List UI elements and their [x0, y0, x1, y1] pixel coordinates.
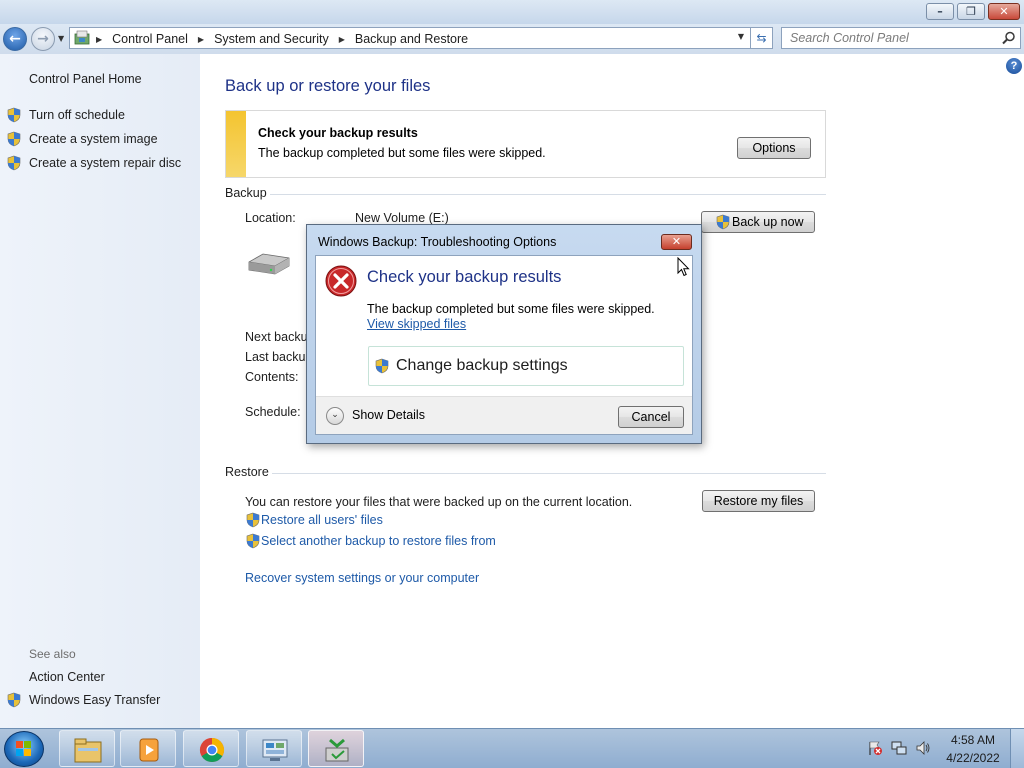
address-dropdown-icon[interactable]: ▼: [738, 32, 744, 41]
turn-off-schedule-link[interactable]: Turn off schedule: [29, 108, 125, 122]
restore-all-users-files-link[interactable]: Restore all users' files: [261, 513, 383, 527]
search-icon[interactable]: [1002, 31, 1016, 45]
action-center-flag-icon[interactable]: [867, 740, 883, 756]
taskbar-media-player[interactable]: [120, 730, 176, 767]
create-system-repair-disc-link[interactable]: Create a system repair disc: [29, 156, 181, 170]
dialog-footer: ⌄ Show Details Cancel: [316, 396, 692, 434]
back-up-now-label: Back up now: [732, 215, 804, 229]
dialog-heading: Check your backup results: [367, 268, 562, 286]
back-arrow-icon: ←: [9, 31, 21, 47]
back-button[interactable]: ←: [3, 27, 27, 51]
taskbar-chrome[interactable]: [183, 730, 239, 767]
shield-icon: [716, 214, 730, 230]
backup-section-heading: Backup: [225, 186, 267, 200]
breadcrumb-control-panel[interactable]: Control Panel: [112, 32, 188, 46]
forward-arrow-icon: →: [37, 31, 49, 47]
notification-heading: Check your backup results: [258, 126, 418, 140]
shield-icon: [7, 107, 21, 123]
close-button[interactable]: ✕: [988, 3, 1020, 20]
change-backup-settings-label: Change backup settings: [396, 357, 568, 374]
taskbar-control-panel[interactable]: [246, 730, 302, 767]
control-panel-home-link[interactable]: Control Panel Home: [29, 72, 142, 86]
location-label: Location:: [245, 211, 296, 225]
see-also-heading: See also: [29, 647, 76, 661]
taskbar-clock-date[interactable]: 4/22/2022: [940, 751, 1006, 765]
file-explorer-icon: [74, 738, 102, 763]
start-button[interactable]: [4, 731, 44, 767]
breadcrumb-system-security[interactable]: System and Security: [214, 32, 329, 46]
options-button[interactable]: Options: [737, 137, 811, 159]
refresh-icon: ⇆: [756, 31, 767, 45]
chrome-icon: [199, 738, 225, 763]
windows-easy-transfer-link[interactable]: Windows Easy Transfer: [29, 693, 160, 707]
search-box[interactable]: [781, 27, 1021, 49]
breadcrumb-separator-icon[interactable]: ▶: [198, 35, 204, 44]
error-icon: [325, 265, 357, 297]
hard-drive-icon: [248, 253, 290, 275]
warning-accent-bar: [226, 111, 246, 177]
control-panel-icon: [262, 739, 288, 761]
create-system-image-link[interactable]: Create a system image: [29, 132, 158, 146]
change-backup-settings-button[interactable]: Change backup settings: [368, 346, 684, 386]
section-divider: [270, 194, 826, 195]
action-center-link[interactable]: Action Center: [29, 670, 105, 684]
network-icon[interactable]: [891, 740, 907, 756]
windows-logo-icon: [16, 741, 31, 756]
taskbar-backup-restore[interactable]: [308, 730, 364, 767]
media-player-icon: [139, 738, 159, 762]
notification-text: The backup completed but some files were…: [258, 146, 546, 160]
breadcrumb: ▶ Control Panel ▶ System and Security ▶ …: [96, 31, 468, 47]
dialog-body: Check your backup results The backup com…: [315, 255, 693, 435]
section-divider: [272, 473, 826, 474]
recent-pages-dropdown-icon[interactable]: ▼: [58, 34, 64, 43]
schedule-label: Schedule:: [245, 405, 301, 419]
dialog-message: The backup completed but some files were…: [367, 302, 655, 316]
refresh-button[interactable]: ⇆: [751, 27, 773, 49]
breadcrumb-separator-icon[interactable]: ▶: [339, 35, 345, 44]
shield-icon: [246, 512, 260, 528]
minimize-button[interactable]: –: [926, 3, 954, 20]
forward-button[interactable]: →: [31, 27, 55, 51]
address-bar[interactable]: ▶ Control Panel ▶ System and Security ▶ …: [69, 27, 751, 49]
restore-my-files-button[interactable]: Restore my files: [702, 490, 815, 512]
taskbar-clock-time[interactable]: 4:58 AM: [946, 733, 1000, 747]
breadcrumb-backup-restore[interactable]: Backup and Restore: [355, 32, 468, 46]
location-value: New Volume (E:): [355, 211, 449, 225]
next-backup-label: Next backup: [245, 330, 315, 344]
view-skipped-files-link[interactable]: View skipped files: [367, 317, 466, 331]
mouse-cursor-icon: [677, 257, 690, 277]
restore-section-heading: Restore: [225, 465, 269, 479]
chevron-down-icon[interactable]: ⌄: [326, 407, 344, 425]
troubleshooting-dialog: Windows Backup: Troubleshooting Options …: [306, 224, 702, 444]
page-title: Back up or restore your files: [225, 77, 431, 95]
restore-description: You can restore your files that were bac…: [245, 495, 633, 509]
shield-icon: [7, 692, 21, 708]
cancel-button[interactable]: Cancel: [618, 406, 684, 428]
recover-system-settings-link[interactable]: Recover system settings or your computer: [245, 571, 479, 585]
backup-restore-icon: [325, 738, 349, 762]
window-titlebar: [0, 0, 1024, 24]
dialog-close-button[interactable]: ✕: [661, 234, 692, 250]
close-icon: ✕: [671, 235, 682, 248]
search-input[interactable]: [790, 30, 990, 46]
breadcrumb-separator-icon[interactable]: ▶: [96, 35, 102, 44]
show-details-toggle[interactable]: Show Details: [352, 408, 425, 422]
shield-icon: [375, 358, 389, 374]
show-desktop-button[interactable]: [1010, 729, 1024, 768]
backup-results-notification: Check your backup results The backup com…: [225, 110, 826, 178]
taskbar-file-explorer[interactable]: [59, 730, 115, 767]
shield-icon: [246, 533, 260, 549]
control-panel-icon: [74, 30, 90, 45]
last-backup-label: Last backup: [245, 350, 313, 364]
back-up-now-button[interactable]: Back up now: [701, 211, 815, 233]
restore-button[interactable]: ❐: [957, 3, 985, 20]
volume-icon[interactable]: [915, 740, 931, 756]
shield-icon: [7, 155, 21, 171]
contents-label: Contents:: [245, 370, 299, 384]
help-icon[interactable]: ?: [1006, 58, 1022, 74]
select-another-backup-link[interactable]: Select another backup to restore files f…: [261, 534, 496, 548]
shield-icon: [7, 131, 21, 147]
dialog-title: Windows Backup: Troubleshooting Options: [318, 235, 557, 249]
